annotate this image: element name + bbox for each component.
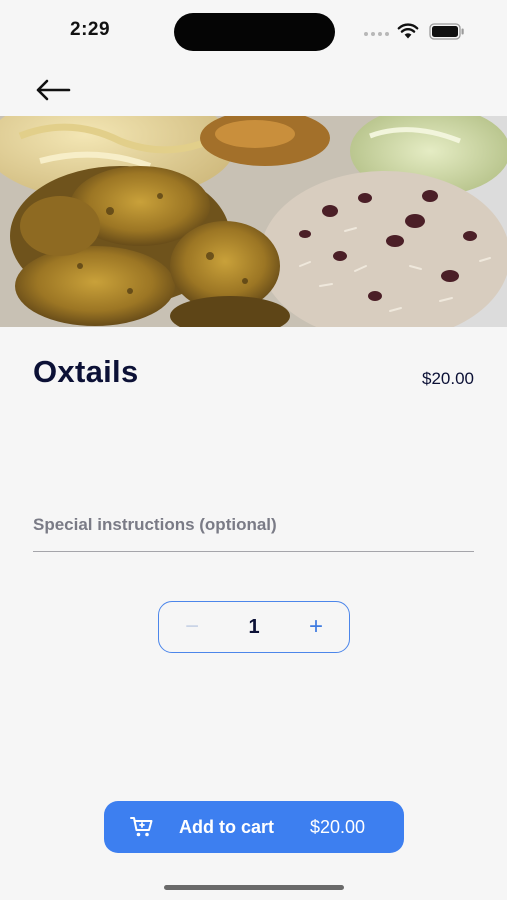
item-price: $20.00 — [422, 369, 474, 388]
special-instructions-input[interactable] — [33, 500, 474, 544]
item-title: Oxtails — [33, 354, 139, 389]
decrement-button[interactable]: − — [175, 610, 209, 644]
cart-icon — [130, 817, 153, 837]
add-to-cart-price: $20.00 — [310, 817, 366, 837]
add-to-cart-label: Add to cart — [179, 817, 275, 837]
increment-button[interactable]: + — [299, 610, 333, 644]
item-detail-screen: 2:29 Oxtails $20.00 Special instructions… — [0, 0, 507, 900]
arrow-left-icon — [36, 79, 71, 101]
food-photo — [0, 116, 507, 327]
dynamic-island — [174, 13, 335, 51]
add-to-cart-button[interactable]: Add to cart $20.00 — [104, 801, 404, 853]
battery-icon — [429, 23, 464, 40]
status-time: 2:29 — [70, 19, 111, 40]
back-button[interactable] — [30, 72, 76, 108]
cellular-signal-icon — [364, 32, 389, 36]
status-bar: 2:29 — [0, 0, 507, 62]
home-indicator[interactable] — [164, 885, 344, 890]
quantity-stepper: − 1 + — [158, 601, 350, 653]
special-instructions-field — [33, 500, 474, 552]
wifi-icon — [397, 23, 419, 39]
quantity-value: 1 — [248, 615, 260, 638]
